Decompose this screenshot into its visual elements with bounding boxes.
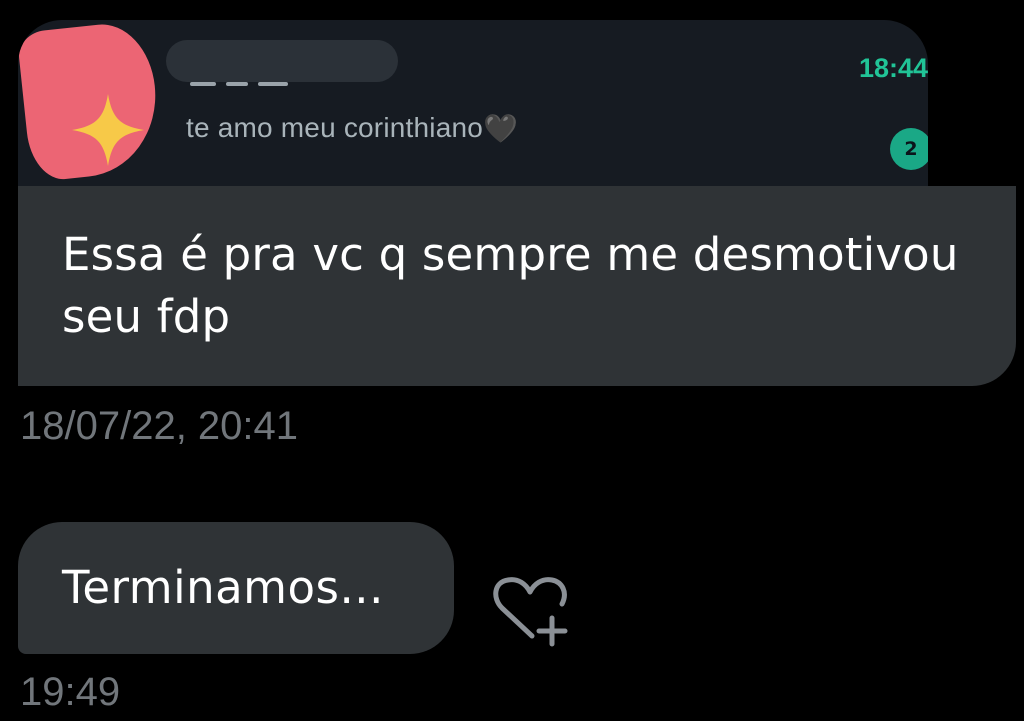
message-text: Terminamos...: [62, 561, 384, 614]
message-text: Essa é pra vc q sempre me desmotivou seu…: [62, 228, 959, 343]
black-heart-emoji: 🖤: [483, 112, 519, 145]
message-timestamp: 18/07/22, 20:41: [20, 404, 299, 448]
unread-count-badge: 2: [890, 128, 928, 170]
sparkle-icon: [72, 94, 144, 166]
last-message-text: te amo meu corinthiano: [186, 112, 484, 143]
heart-plus-icon[interactable]: [488, 572, 572, 648]
chat-preview-card[interactable]: te amo meu corinthiano🖤 18:44 2: [18, 20, 928, 186]
contact-name-fragment: [190, 80, 310, 90]
message-bubble[interactable]: Terminamos...: [18, 522, 454, 654]
preview-time: 18:44: [858, 53, 928, 83]
message-bubble[interactable]: Essa é pra vc q sempre me desmotivou seu…: [18, 186, 1016, 386]
contact-name-redacted: [166, 40, 398, 82]
message-timestamp: 19:49: [20, 670, 121, 714]
last-message-preview: te amo meu corinthiano🖤: [186, 112, 518, 145]
